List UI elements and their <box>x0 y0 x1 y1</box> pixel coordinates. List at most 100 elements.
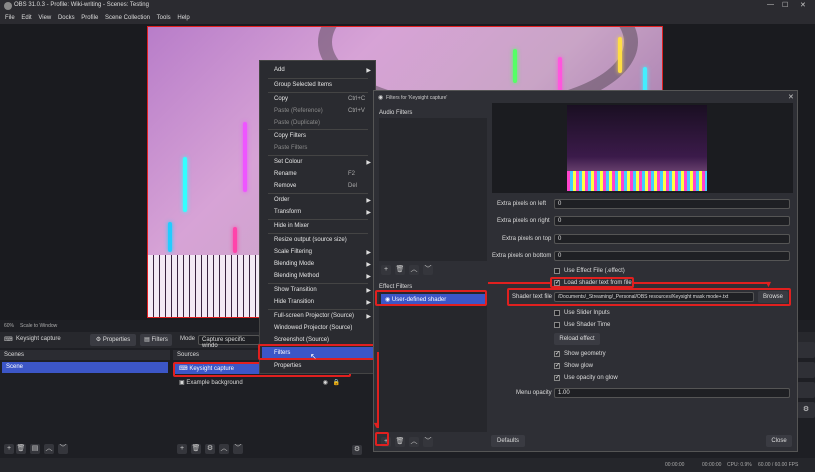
down-arrow-icon[interactable]: ﹀ <box>233 444 243 454</box>
extra-pixels-right-input[interactable]: 0 <box>554 216 790 226</box>
side-button[interactable] <box>797 342 815 358</box>
menu-item-set-colour[interactable]: Set Colour <box>274 159 302 165</box>
shortcut: F2 <box>348 171 356 177</box>
up-arrow-icon[interactable]: ︿ <box>409 265 419 275</box>
scenes-title: Scenes <box>4 352 25 358</box>
extra-pixels-top-input[interactable]: 0 <box>554 234 790 244</box>
menu-item-windowed-projector[interactable]: Windowed Projector (Source) <box>274 325 352 331</box>
menu-item-paste-duplicate[interactable]: Paste (Duplicate) <box>274 120 320 126</box>
source-item-background[interactable]: ▣ Example background ◉ 🔒 <box>175 377 346 388</box>
menu-item-add[interactable]: Add <box>274 67 285 73</box>
scene-item[interactable]: Scene <box>2 362 168 373</box>
menu-item-resize-output[interactable]: Resize output (source size) <box>274 237 347 243</box>
separator <box>268 78 368 79</box>
properties-label: Properties <box>102 337 131 343</box>
show-geometry-checkbox[interactable] <box>554 350 560 357</box>
mixer-gear-icon[interactable]: ⚙ <box>352 445 362 455</box>
menu-item-show-transition[interactable]: Show Transition <box>274 287 317 293</box>
stream-time: 00:00:00 <box>665 462 685 468</box>
menu-item-copy-filters[interactable]: Copy Filters <box>274 133 306 139</box>
menu-opacity-input[interactable]: 1.00 <box>554 388 790 398</box>
down-arrow-icon[interactable]: ﹀ <box>423 437 433 447</box>
filters-dialog: ◉ Filters for 'Keysight capture' ✕ Audio… <box>373 90 798 452</box>
down-arrow-icon[interactable]: ﹀ <box>423 265 433 275</box>
filters-button[interactable]: ▤ Filters <box>140 334 172 346</box>
menu-file[interactable]: File <box>5 15 15 21</box>
mode-label: Mode <box>180 336 196 342</box>
menu-scene-collection[interactable]: Scene Collection <box>105 15 150 21</box>
menu-docks[interactable]: Docks <box>58 15 75 21</box>
menu-item-paste-reference[interactable]: Paste (Reference) <box>274 108 323 114</box>
trash-icon[interactable]: 🗑 <box>16 444 26 454</box>
menu-item-hide-in-mixer[interactable]: Hide in Mixer <box>274 223 309 229</box>
fps-readout: 60.00 / 60.00 FPS <box>758 462 799 468</box>
reload-effect-button[interactable]: Reload effect <box>554 333 600 345</box>
lock-icon[interactable]: 🔒 <box>333 379 340 386</box>
add-icon[interactable]: + <box>4 444 14 454</box>
menu-item-copy[interactable]: Copy <box>274 96 288 102</box>
shader-preview-image <box>567 105 707 191</box>
menu-item-screenshot[interactable]: Screenshot (Source) <box>274 337 329 343</box>
extra-pixels-bottom-input[interactable]: 0 <box>554 251 790 261</box>
up-arrow-icon[interactable]: ︿ <box>219 444 229 454</box>
menu-edit[interactable]: Edit <box>21 15 31 21</box>
menu-item-rename[interactable]: Rename <box>274 171 297 177</box>
trash-icon[interactable]: 🗑 <box>395 265 405 275</box>
neon-bar <box>618 37 622 73</box>
up-arrow-icon[interactable]: ︿ <box>44 444 54 454</box>
menu-item-fullscreen-projector[interactable]: Full-screen Projector (Source) <box>274 313 354 319</box>
submenu-arrow-icon: ▶ <box>366 262 371 268</box>
submenu-arrow-icon: ▶ <box>366 210 371 216</box>
scale-label[interactable]: Scale to Window <box>20 323 57 329</box>
menu-opacity-label: Menu opacity <box>516 390 552 396</box>
menu-item-remove[interactable]: Remove <box>274 183 296 189</box>
effect-filters-list[interactable]: ◉ User-defined shader <box>379 292 487 432</box>
add-icon[interactable]: + <box>381 265 391 275</box>
eye-icon[interactable]: ◉ <box>323 379 328 386</box>
trash-icon[interactable]: 🗑 <box>395 437 405 447</box>
trash-icon[interactable]: 🗑 <box>191 444 201 454</box>
menu-item-blending-mode[interactable]: Blending Mode <box>274 261 314 267</box>
gear-icon[interactable]: ⚙ <box>205 444 215 454</box>
use-opacity-on-glow-checkbox[interactable] <box>554 374 560 381</box>
menu-item-group[interactable]: Group Selected Items <box>274 82 332 88</box>
menu-item-paste-filters[interactable]: Paste Filters <box>274 145 307 151</box>
extra-pixels-left-input[interactable]: 0 <box>554 199 790 209</box>
close-icon[interactable]: ✕ <box>788 93 794 101</box>
side-button[interactable] <box>797 362 815 378</box>
field-label: Extra pixels on right <box>497 218 550 224</box>
settings-gear-icon[interactable]: ⚙ <box>797 402 815 418</box>
audio-filters-list[interactable] <box>379 118 487 261</box>
menu-profile[interactable]: Profile <box>81 15 98 21</box>
show-glow-checkbox[interactable] <box>554 362 560 369</box>
defaults-button[interactable]: Defaults <box>491 435 525 447</box>
highlight-load-shader <box>550 277 634 288</box>
close-button[interactable]: Close <box>766 435 792 447</box>
mode-select[interactable]: Capture specific windo <box>198 335 260 349</box>
annotation-line <box>488 282 550 284</box>
maximize-icon[interactable]: ☐ <box>782 1 788 9</box>
separator <box>268 129 368 130</box>
up-arrow-icon[interactable]: ︿ <box>409 437 419 447</box>
arrow-down-icon: ▼ <box>372 420 381 430</box>
menu-view[interactable]: View <box>38 15 51 21</box>
add-icon[interactable]: + <box>177 444 187 454</box>
side-button[interactable] <box>797 382 815 398</box>
close-icon[interactable]: ✕ <box>800 1 806 9</box>
menu-item-order[interactable]: Order <box>274 197 289 203</box>
use-effect-file-checkbox[interactable] <box>554 268 560 274</box>
menu-help[interactable]: Help <box>177 15 189 21</box>
down-arrow-icon[interactable]: ﹀ <box>58 444 68 454</box>
menu-item-properties[interactable]: Properties <box>274 363 301 369</box>
scene-filter-icon[interactable]: ▤ <box>30 444 40 454</box>
menu-tools[interactable]: Tools <box>157 15 171 21</box>
menu-item-hide-transition[interactable]: Hide Transition <box>274 299 314 305</box>
menu-item-blending-method[interactable]: Blending Method <box>274 273 319 279</box>
use-shader-time-checkbox[interactable] <box>554 322 560 328</box>
menu-item-scale-filtering[interactable]: Scale Filtering <box>274 249 312 255</box>
minimize-icon[interactable]: — <box>767 1 774 8</box>
menu-item-transform[interactable]: Transform <box>274 209 301 215</box>
use-slider-inputs-checkbox[interactable] <box>554 310 560 316</box>
submenu-arrow-icon: ▶ <box>366 68 371 74</box>
properties-button[interactable]: ⚙ Properties <box>90 334 136 346</box>
